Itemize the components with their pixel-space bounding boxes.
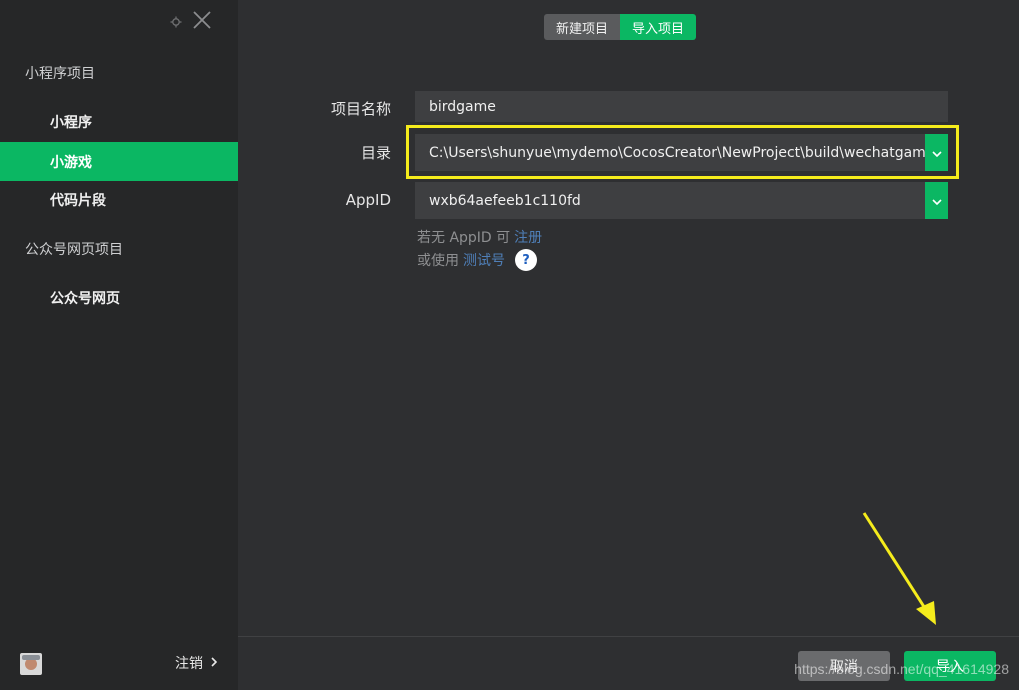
chevron-down-icon bbox=[931, 193, 942, 209]
close-icon[interactable] bbox=[192, 10, 212, 34]
no-appid-text: 若无 AppID 可 bbox=[417, 230, 511, 246]
project-name-label: 项目名称 bbox=[330, 100, 391, 118]
directory-value: C:\Users\shunyue\mydemo\CocosCreator\New… bbox=[429, 144, 925, 161]
main-panel: 新建项目 导入项目 项目名称 birdgame 目录 C:\Users\shun… bbox=[238, 0, 1019, 690]
chevron-down-icon bbox=[931, 145, 942, 161]
logout-label: 注销 bbox=[175, 656, 203, 672]
appid-value: wxb64aefeeb1c110fd bbox=[429, 192, 581, 209]
no-appid-hint: 若无 AppID 可 注册 bbox=[417, 227, 542, 247]
group-title-miniprogram: 小程序项目 bbox=[25, 66, 95, 82]
sidebar-item-code-snippet[interactable]: 代码片段 bbox=[0, 180, 238, 219]
logout-button[interactable]: 注销 bbox=[175, 653, 218, 673]
project-name-value: birdgame bbox=[429, 98, 496, 115]
project-name-input[interactable]: birdgame bbox=[415, 91, 948, 122]
test-account-link[interactable]: 测试号 bbox=[463, 250, 505, 270]
sidebar-item-minigame[interactable]: 小游戏 bbox=[0, 142, 238, 181]
sidebar: 小程序项目 小程序 小游戏 代码片段 公众号网页项目 公众号网页 注销 bbox=[0, 0, 238, 690]
avatar[interactable] bbox=[20, 653, 42, 675]
avatar-hair bbox=[22, 655, 40, 660]
sidebar-item-official-webpage[interactable]: 公众号网页 bbox=[0, 278, 238, 317]
sidebar-item-miniprogram[interactable]: 小程序 bbox=[0, 102, 238, 141]
directory-input[interactable]: C:\Users\shunyue\mydemo\CocosCreator\New… bbox=[415, 134, 948, 171]
directory-label: 目录 bbox=[360, 144, 391, 162]
test-account-hint: 或使用 测试号 ? bbox=[417, 249, 537, 271]
help-icon[interactable]: ? bbox=[515, 249, 537, 271]
cancel-button[interactable]: 取消 bbox=[798, 651, 890, 681]
appid-dropdown-button[interactable] bbox=[925, 182, 948, 219]
project-tabs: 新建项目 导入项目 bbox=[544, 14, 697, 40]
appid-label: AppID bbox=[345, 191, 391, 209]
sidebar-footer: 注销 bbox=[0, 636, 238, 690]
tab-import-project[interactable]: 导入项目 bbox=[620, 14, 697, 40]
directory-dropdown-button[interactable] bbox=[925, 134, 948, 171]
import-button[interactable]: 导入 bbox=[904, 651, 996, 681]
settings-icon[interactable] bbox=[170, 13, 182, 32]
bottom-action-bar: 取消 导入 bbox=[238, 636, 1019, 690]
or-use-text: 或使用 bbox=[417, 253, 459, 269]
register-link[interactable]: 注册 bbox=[514, 227, 542, 247]
chevron-right-icon bbox=[211, 655, 218, 671]
window-controls bbox=[170, 10, 212, 34]
group-title-official-account: 公众号网页项目 bbox=[25, 242, 123, 258]
appid-input[interactable]: wxb64aefeeb1c110fd bbox=[415, 182, 948, 219]
tab-new-project[interactable]: 新建项目 bbox=[544, 14, 621, 40]
